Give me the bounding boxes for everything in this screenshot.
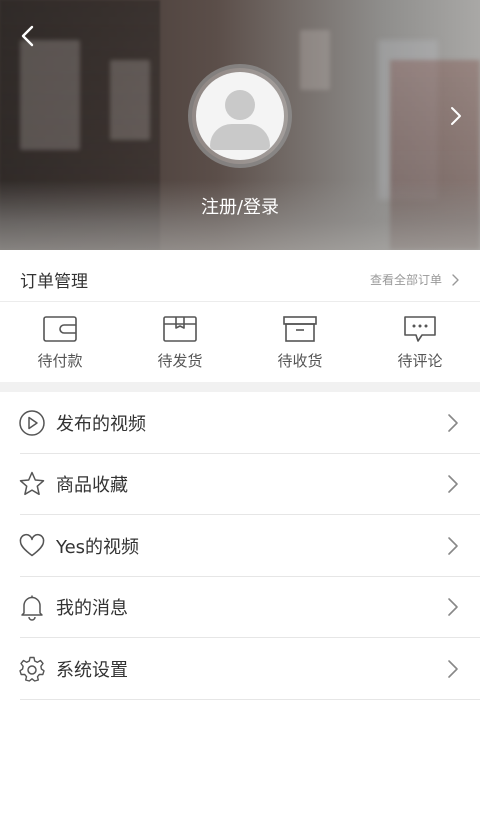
comment-icon: [404, 316, 436, 342]
gear-icon: [19, 656, 45, 682]
profile-header: 注册/登录: [0, 0, 480, 250]
chevron-right-icon: [452, 273, 459, 286]
menu-item-published-videos[interactable]: 发布的视频: [0, 392, 480, 454]
menu-item-liked-videos[interactable]: Yes的视频: [0, 515, 480, 577]
play-circle-icon: [19, 410, 45, 436]
login-register-link[interactable]: 注册/登录: [0, 193, 480, 219]
order-management-title: 订单管理: [20, 272, 88, 292]
back-button[interactable]: [14, 22, 42, 50]
profile-menu: 发布的视频 商品收藏 Yes的视频 我的消息 系统设置: [0, 392, 480, 700]
menu-item-label: 系统设置: [56, 659, 128, 681]
menu-item-label: 商品收藏: [56, 475, 128, 497]
chevron-left-icon: [21, 25, 34, 47]
star-icon: [19, 472, 45, 496]
menu-item-label: 发布的视频: [56, 413, 146, 435]
menu-item-my-messages[interactable]: 我的消息: [0, 577, 480, 639]
order-tab-label: 待评论: [397, 352, 443, 370]
order-tab-label: 待付款: [37, 352, 83, 370]
header-next-button[interactable]: [444, 102, 468, 130]
wallet-icon: [43, 316, 77, 342]
chevron-right-icon: [448, 475, 458, 494]
order-tab-pending-payment[interactable]: 待付款: [0, 302, 120, 382]
chevron-right-icon: [448, 598, 458, 617]
view-all-orders-label: 查看全部订单: [369, 273, 442, 287]
header-background-sign: [20, 40, 80, 150]
menu-item-product-favorites[interactable]: 商品收藏: [0, 454, 480, 516]
avatar-body: [210, 124, 270, 150]
order-tab-label: 待收货: [277, 352, 323, 370]
avatar[interactable]: [188, 64, 292, 168]
menu-item-label: Yes的视频: [56, 536, 140, 558]
order-management-section: 订单管理 查看全部订单 待付款 待发货 待收货 待评论: [0, 258, 480, 382]
avatar-placeholder-icon: [196, 72, 284, 160]
order-tab-label: 待发货: [157, 352, 203, 370]
view-all-orders-link[interactable]: 查看全部订单: [370, 271, 460, 288]
menu-item-system-settings[interactable]: 系统设置: [0, 638, 480, 700]
chevron-right-icon: [448, 536, 458, 555]
order-tab-pending-review[interactable]: 待评论: [360, 302, 480, 382]
bell-icon: [21, 595, 43, 621]
order-status-tabs: 待付款 待发货 待收货 待评论: [0, 302, 480, 382]
heart-icon: [19, 533, 45, 556]
order-tab-pending-receipt[interactable]: 待收货: [240, 302, 360, 382]
order-tab-pending-shipment[interactable]: 待发货: [120, 302, 240, 382]
avatar-head: [225, 90, 255, 120]
header-background-window: [300, 30, 330, 90]
order-management-header: 订单管理 查看全部订单: [0, 258, 480, 302]
archive-box-icon: [283, 316, 317, 342]
section-divider: [0, 382, 480, 392]
chevron-right-icon: [451, 107, 461, 125]
package-icon: [163, 316, 197, 342]
menu-item-label: 我的消息: [56, 598, 128, 620]
header-background-window: [110, 60, 150, 140]
chevron-right-icon: [448, 413, 458, 432]
chevron-right-icon: [448, 659, 458, 678]
